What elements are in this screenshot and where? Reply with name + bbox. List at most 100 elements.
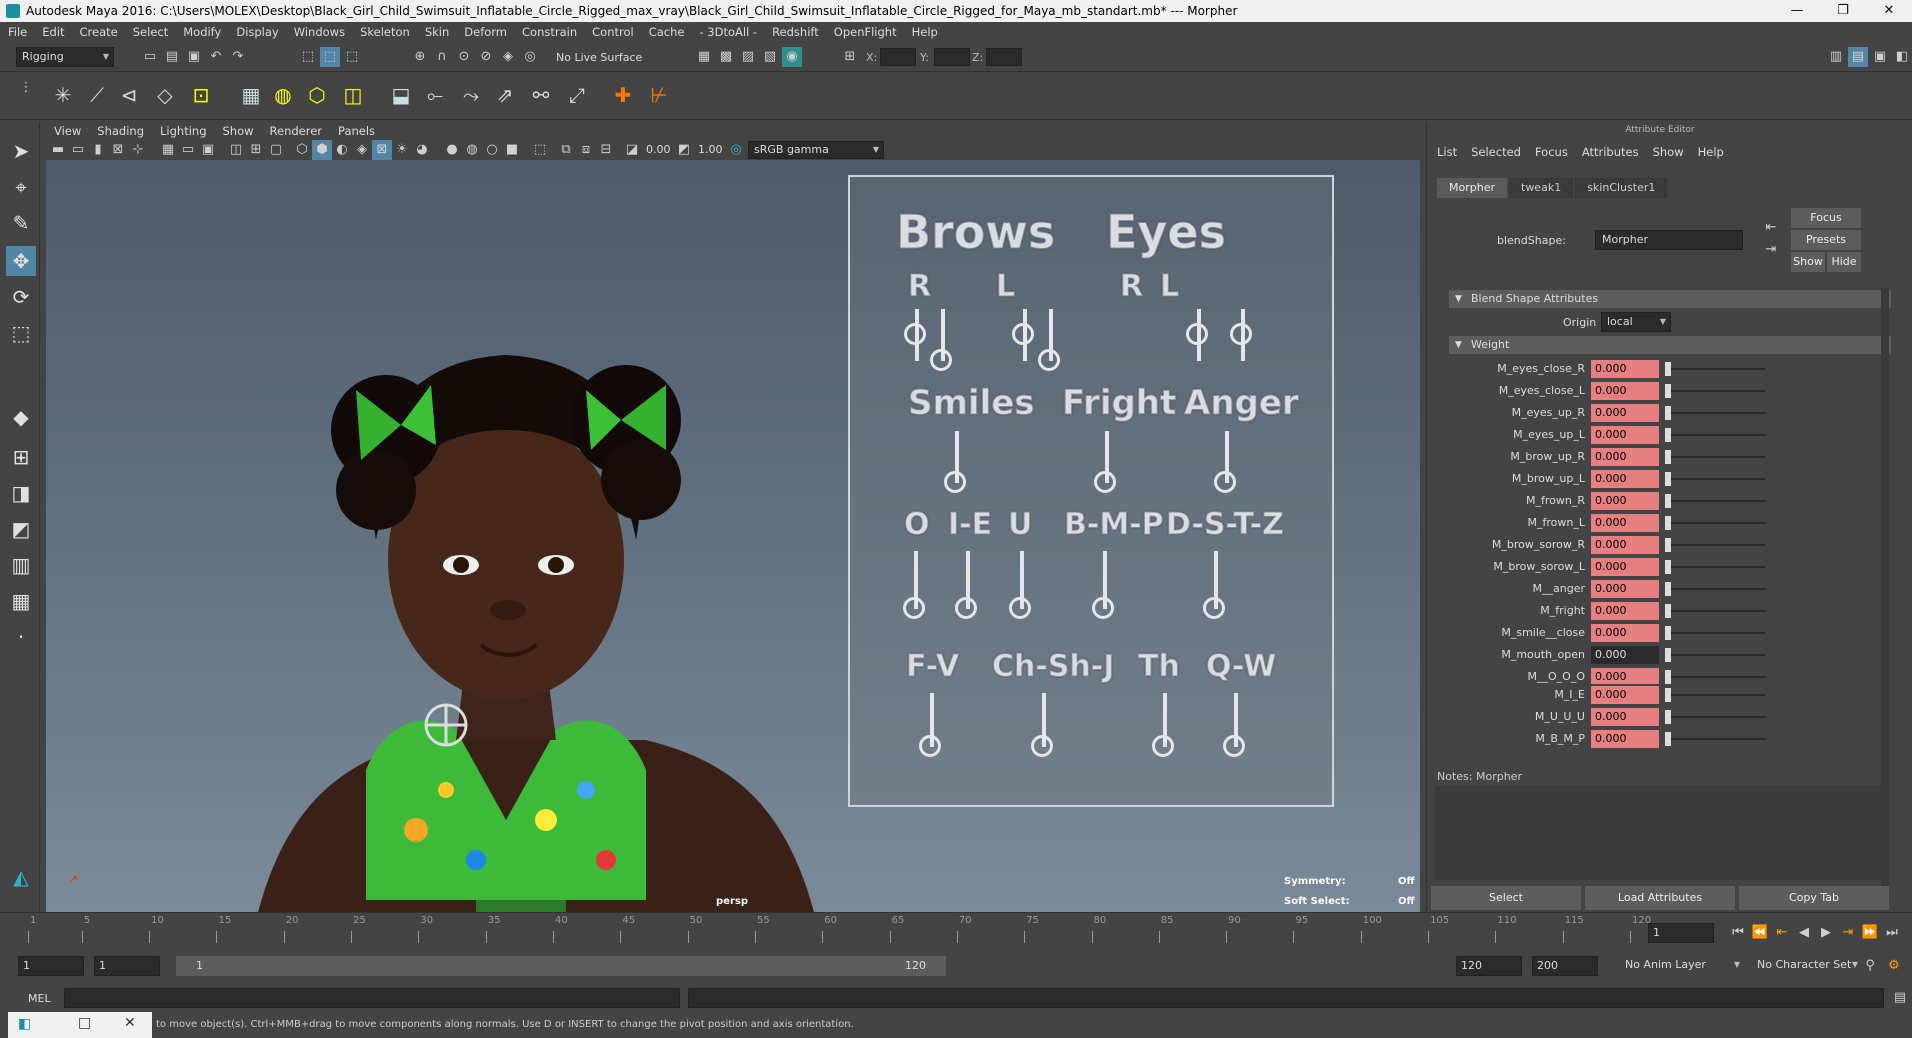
d-s-t-z-control[interactable] [1203,597,1225,619]
persp-outliner-icon[interactable]: ◨ [6,478,36,508]
character-set-dropdown[interactable]: No Character Set [1752,956,1862,976]
xray-icon[interactable]: ⧉ [556,140,576,160]
ae-menu-list[interactable]: List [1437,145,1457,159]
copy-tab-button[interactable]: Copy Tab [1739,886,1889,910]
smiles-control[interactable] [944,471,966,493]
menu-edit[interactable]: Edit [42,25,64,39]
four-view-icon[interactable]: ⊞ [6,442,36,472]
field-chart-icon[interactable]: ⊞ [246,140,266,160]
panel-menu-show[interactable]: Show [223,124,254,138]
anger-control[interactable] [1214,471,1236,493]
f-v-control[interactable] [919,735,941,757]
show-button[interactable]: Show [1791,252,1825,272]
play-backwards-icon[interactable]: ◀ [1794,923,1814,943]
menu-deform[interactable]: Deform [464,25,507,39]
step-forward-frame-icon[interactable]: ⏩ [1860,923,1880,943]
close-window-icon[interactable]: ✕ [124,1015,136,1031]
brow-r-outer-control[interactable] [930,349,952,371]
section-blend-shape-attributes[interactable]: Blend Shape Attributes [1449,290,1891,308]
origin-dropdown[interactable]: local [1601,312,1671,332]
redo-icon[interactable]: ↷ [228,47,248,67]
play-forwards-icon[interactable]: ▶ [1816,923,1836,943]
snap-point-icon[interactable]: ⊙ [454,47,474,67]
undo-icon[interactable]: ↶ [206,47,226,67]
weight-value-field[interactable]: 0.000 [1591,404,1659,422]
step-back-frame-icon[interactable]: ⏪ [1750,923,1770,943]
th-control[interactable] [1152,735,1174,757]
panel-menu-renderer[interactable]: Renderer [270,124,323,138]
weight-value-field[interactable]: 0.000 [1591,558,1659,576]
weight-value-field[interactable]: 0.000 [1591,514,1659,532]
exposure-value[interactable]: 0.00 [646,143,671,156]
anim-layer-dropdown[interactable]: No Anim Layer [1620,956,1744,976]
weight-slider-handle[interactable] [1665,604,1671,618]
ik-spline-icon[interactable]: ⊲ [114,80,144,110]
load-attributes-button[interactable]: Load Attributes [1585,886,1735,910]
weight-slider-handle[interactable] [1665,450,1671,464]
eye-r-control[interactable] [1186,323,1208,345]
weight-slider-handle[interactable] [1665,516,1671,530]
pose-editor-icon[interactable]: ⤢ [562,80,592,110]
weight-slider-track[interactable] [1667,588,1765,590]
safe-action-icon[interactable]: ▢ [266,140,286,160]
q-w-control[interactable] [1223,735,1245,757]
view-transform-dropdown[interactable]: sRGB gamma [748,141,884,159]
persp-graph-icon[interactable]: ◩ [6,514,36,544]
menu-windows[interactable]: Windows [294,25,345,39]
select-component-icon[interactable]: ⬚ [342,47,362,67]
cluster-icon[interactable]: ◍ [268,80,298,110]
minimize-button[interactable]: — [1774,0,1820,22]
weight-slider-track[interactable] [1667,632,1765,634]
o-control[interactable] [903,597,925,619]
menu-help[interactable]: Help [912,25,938,39]
weight-value-field[interactable]: 0.000 [1591,624,1659,642]
select-object-icon[interactable]: ⬚ [320,47,340,67]
menu-display[interactable]: Display [236,25,278,39]
b-m-p-control[interactable] [1092,597,1114,619]
playback-start-input[interactable]: 1 [94,956,160,976]
x-input[interactable] [880,48,916,66]
xray-joints-icon[interactable]: ⧈ [576,140,596,160]
weight-value-field[interactable]: 0.000 [1591,730,1659,748]
weight-slider-track[interactable] [1667,676,1765,678]
weight-slider-track[interactable] [1667,478,1765,480]
weight-slider-track[interactable] [1667,412,1765,414]
weight-slider-track[interactable] [1667,434,1765,436]
weight-value-field[interactable]: 0.000 [1591,580,1659,598]
anti-aliasing-icon[interactable]: ○ [482,140,502,160]
panel-menu-panels[interactable]: Panels [338,124,375,138]
presets-button[interactable]: Presets [1791,230,1861,250]
z-input[interactable] [986,48,1022,66]
weight-slider-handle[interactable] [1665,732,1671,746]
y-input[interactable] [934,48,970,66]
weight-slider-handle[interactable] [1665,670,1671,684]
xray-components-icon[interactable]: ⊟ [596,140,616,160]
weight-slider-handle[interactable] [1665,560,1671,574]
weight-value-field[interactable]: 0.000 [1591,602,1659,620]
motion-blur-icon[interactable]: ◍ [462,140,482,160]
transform-mode-icon[interactable]: ⊞ [840,47,860,67]
brow-r-inner-control[interactable] [904,323,926,345]
depth-of-field-icon[interactable]: ■ [502,140,522,160]
weight-slider-track[interactable] [1667,694,1765,696]
weight-value-field[interactable]: 0.000 [1591,646,1659,664]
step-back-key-icon[interactable]: ⇤ [1772,923,1792,943]
mirror-weights-icon[interactable]: ⟜ [420,80,450,110]
live-surface-label[interactable]: No Live Surface [556,51,642,64]
rotate-tool-icon[interactable]: ⟳ [6,282,36,312]
show-output-icon[interactable]: ⇥ [1761,240,1781,260]
menu-skeleton[interactable]: Skeleton [360,25,410,39]
focus-button[interactable]: Focus [1791,208,1861,228]
animation-end-input[interactable]: 200 [1532,956,1598,976]
tab-skincluster1[interactable]: skinCluster1 [1575,178,1668,198]
section-weight[interactable]: Weight [1449,336,1891,354]
weight-slider-handle[interactable] [1665,472,1671,486]
menu-skin[interactable]: Skin [425,25,449,39]
tab-tweak1[interactable]: tweak1 [1509,178,1574,198]
menu-openflight[interactable]: OpenFlight [834,25,897,39]
bind-skin-icon[interactable]: ◇ [150,80,180,110]
eye-l-control[interactable] [1230,323,1252,345]
paint-select-tool-icon[interactable]: ✎ [6,208,36,238]
weight-value-field[interactable]: 0.000 [1591,382,1659,400]
shadows-icon[interactable]: ◕ [412,140,432,160]
